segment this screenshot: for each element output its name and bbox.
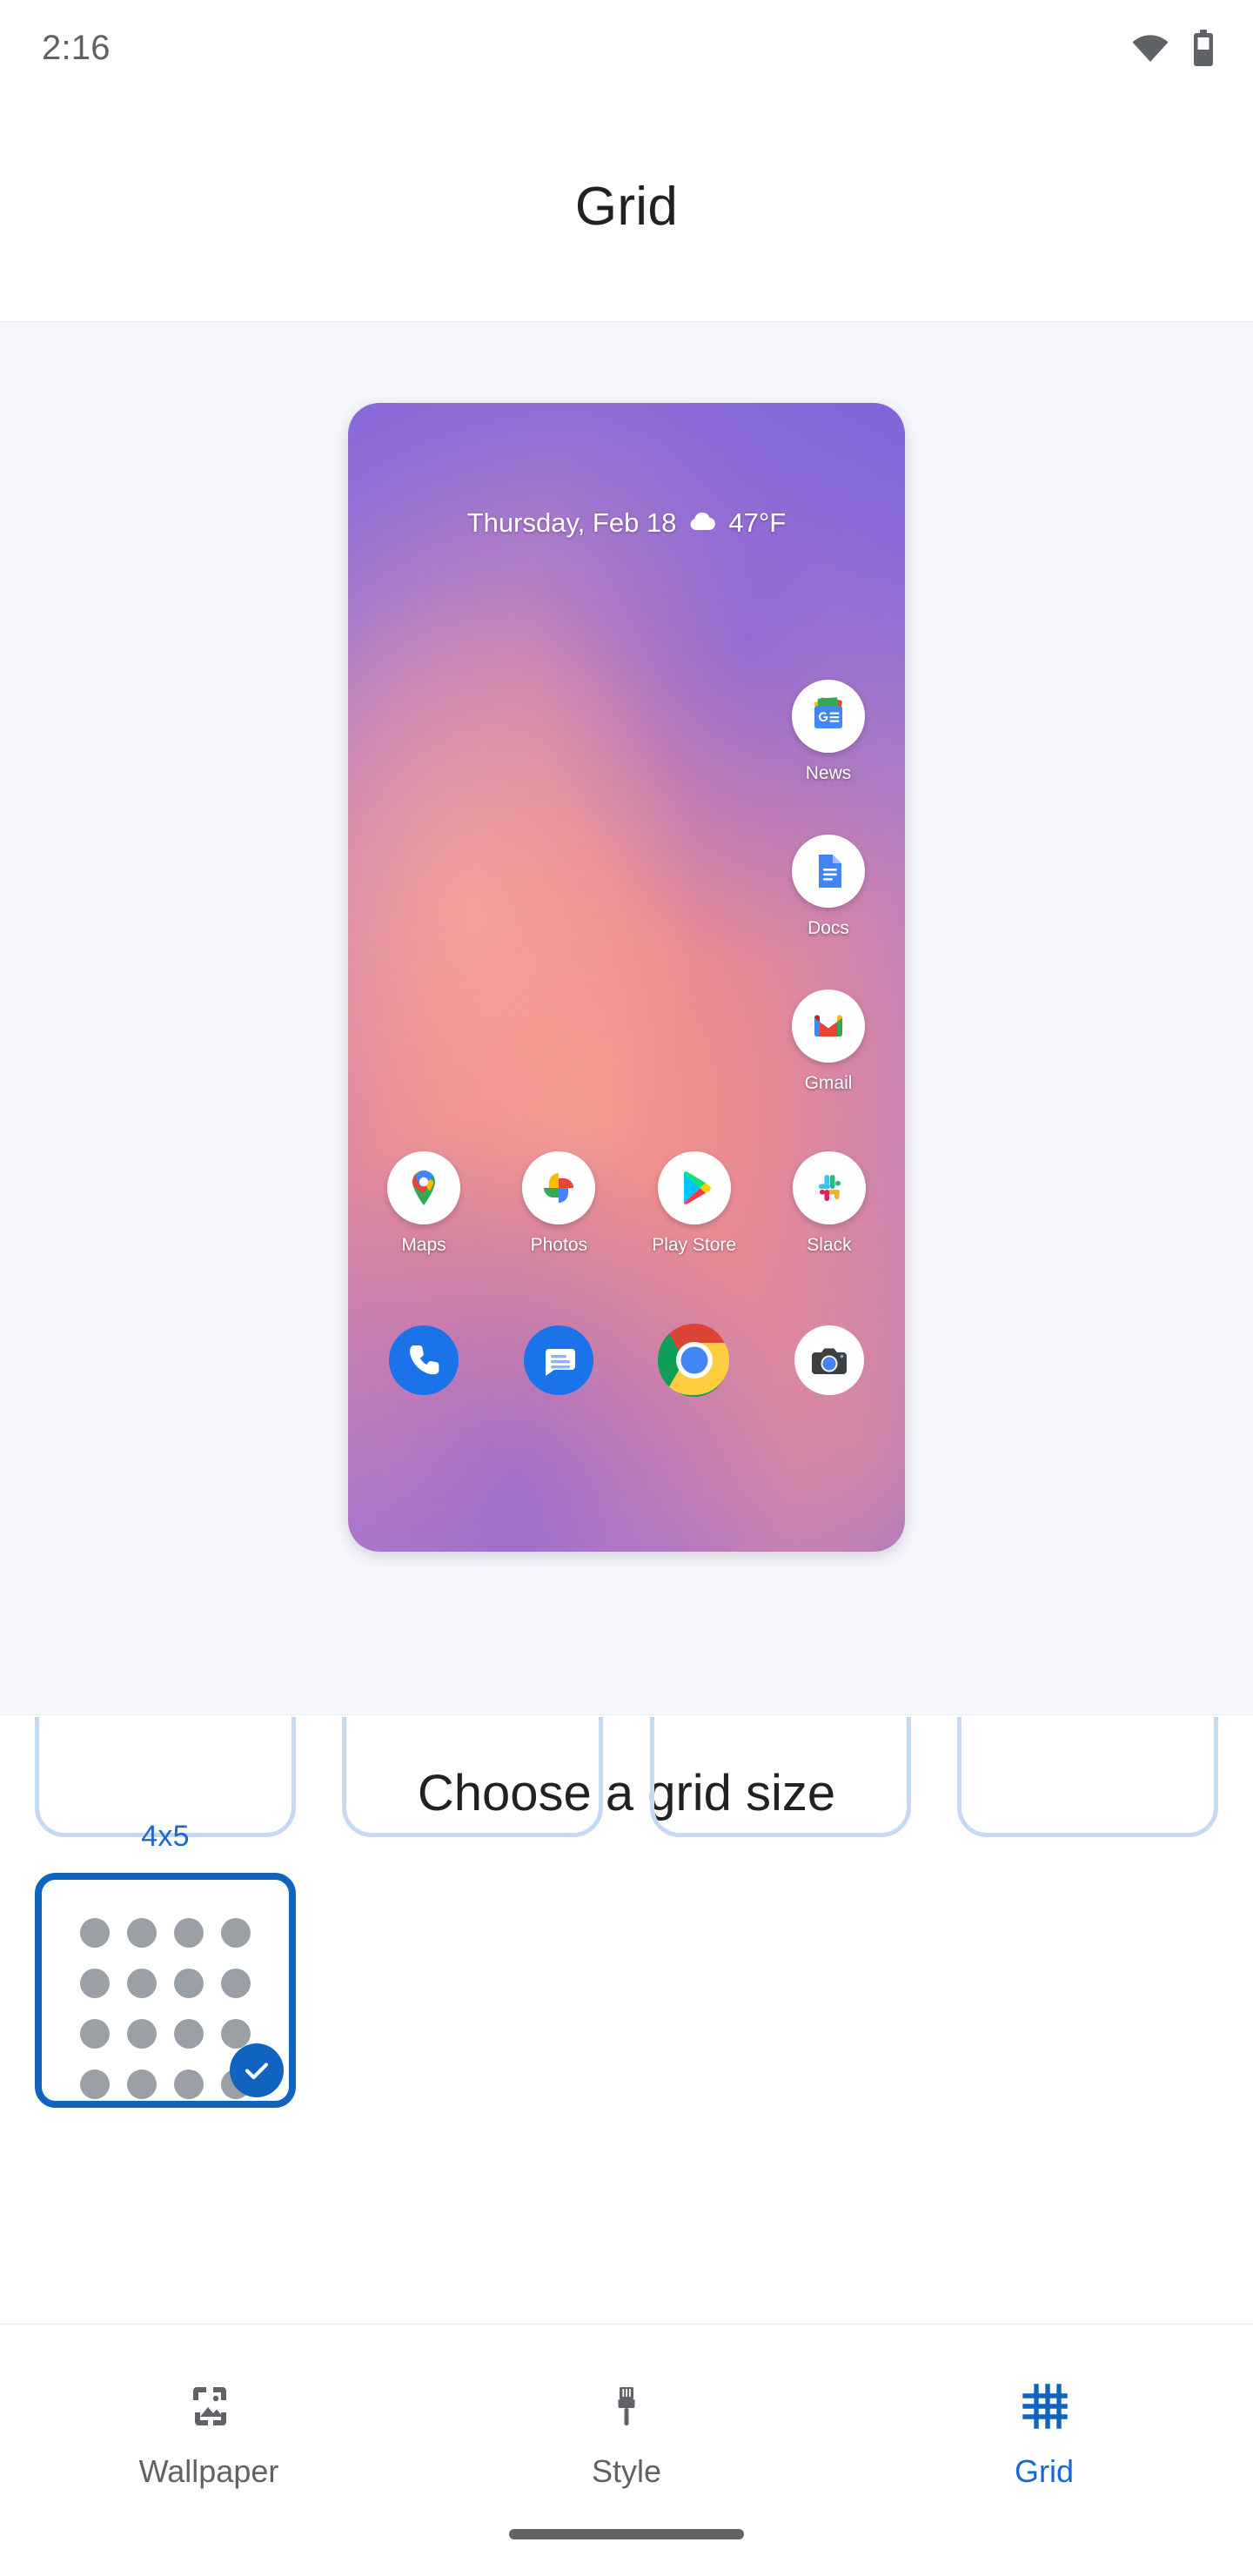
grid-dot	[127, 2019, 157, 2049]
phone-preview[interactable]: Thursday, Feb 18 47°F News Docs Gmail Ma…	[348, 403, 905, 1552]
messages-icon	[522, 1324, 595, 1397]
picker-heading: Choose a grid size	[417, 1765, 836, 1821]
app-bar: Grid	[0, 96, 1253, 322]
grid-icon	[1013, 2370, 1075, 2443]
app-label: News	[805, 763, 852, 783]
app-tile[interactable]: News	[772, 680, 885, 784]
date-weather-widget[interactable]: Thursday, Feb 18 47°F	[348, 507, 905, 539]
grid-settings-screen: 2:16 Grid Thursday, Feb 18 47°F News Doc…	[0, 0, 1253, 2576]
nav-label: Wallpaper	[138, 2453, 279, 2489]
grid-option-label: 4x5	[141, 1820, 190, 1853]
app-label: Photos	[530, 1235, 588, 1255]
preview-dock-row	[367, 1324, 886, 1397]
grid-dot	[174, 1918, 204, 1948]
app-tile[interactable]: Maps	[367, 1151, 480, 1256]
check-icon	[230, 2043, 284, 2097]
phone-icon	[387, 1324, 460, 1397]
grid-dot	[221, 1918, 251, 1948]
status-bar-clock: 2:16	[42, 28, 111, 67]
grid-dot	[127, 1969, 157, 1998]
app-tile[interactable]	[502, 1324, 615, 1397]
app-tile[interactable]: Photos	[502, 1151, 615, 1256]
camera-icon	[793, 1324, 866, 1397]
grid-option-4x5[interactable]: 4x5	[35, 1820, 296, 2108]
grid-dot	[221, 1969, 251, 1998]
nav-label: Grid	[1014, 2453, 1074, 2489]
grid-dot	[174, 2070, 204, 2099]
nav-tab-grid[interactable]: Grid	[835, 2324, 1253, 2490]
status-bar-icons	[1131, 30, 1215, 66]
preview-app-row: Maps Photos Play Store Slack	[367, 1151, 886, 1256]
grid-dot	[174, 1969, 204, 1998]
grid-dot	[80, 1969, 110, 1998]
preview-right-app-column: News Docs Gmail	[772, 680, 885, 1094]
wallpaper-icon	[178, 2370, 240, 2443]
google-photos-icon	[522, 1151, 596, 1224]
nav-tab-style[interactable]: Style	[418, 2324, 835, 2490]
paintbrush-icon	[595, 2370, 658, 2443]
app-tile[interactable]	[638, 1324, 751, 1397]
chrome-icon	[657, 1324, 731, 1397]
app-tile[interactable]: Play Store	[638, 1151, 751, 1256]
app-label: Docs	[807, 918, 849, 938]
nav-tab-wallpaper[interactable]: Wallpaper	[0, 2324, 418, 2490]
wifi-icon	[1131, 33, 1169, 63]
google-maps-icon	[387, 1151, 460, 1224]
cloud-icon	[687, 507, 717, 539]
app-label: Gmail	[804, 1073, 853, 1093]
grid-dot	[80, 2070, 110, 2099]
app-tile[interactable]	[367, 1324, 480, 1397]
app-tile[interactable]	[773, 1324, 886, 1397]
slack-icon	[792, 1151, 866, 1224]
app-tile[interactable]: Gmail	[772, 989, 885, 1094]
grid-dot	[127, 1918, 157, 1948]
home-indicator[interactable]	[509, 2529, 744, 2539]
app-tile[interactable]: Docs	[772, 835, 885, 939]
grid-dot	[80, 1918, 110, 1948]
grid-options-row: 4x5	[0, 1820, 1253, 2108]
app-tile[interactable]: Slack	[773, 1151, 886, 1256]
battery-icon	[1192, 30, 1215, 66]
grid-dot	[221, 2019, 251, 2049]
widget-temperature: 47°F	[728, 507, 787, 538]
gmail-icon	[792, 989, 865, 1063]
grid-option-card[interactable]	[35, 1873, 296, 2108]
grid-dot	[127, 2070, 157, 2099]
grid-option-dot-preview	[80, 1918, 251, 2099]
grid-dot	[174, 2019, 204, 2049]
grid-picker-section: Choose a grid size 4x5	[0, 1714, 1253, 2324]
app-label: Play Store	[652, 1235, 737, 1255]
status-bar: 2:16	[0, 0, 1253, 96]
google-play-store-icon	[657, 1151, 731, 1224]
nav-label: Style	[591, 2453, 662, 2489]
home-screen-preview-area: Thursday, Feb 18 47°F News Docs Gmail Ma…	[0, 322, 1253, 1714]
google-news-icon	[792, 680, 865, 753]
google-docs-icon	[792, 835, 865, 908]
app-label: Slack	[807, 1235, 852, 1255]
page-title: Grid	[574, 177, 679, 237]
app-label: Maps	[401, 1235, 446, 1255]
widget-date: Thursday, Feb 18	[466, 507, 677, 538]
grid-dot	[80, 2019, 110, 2049]
